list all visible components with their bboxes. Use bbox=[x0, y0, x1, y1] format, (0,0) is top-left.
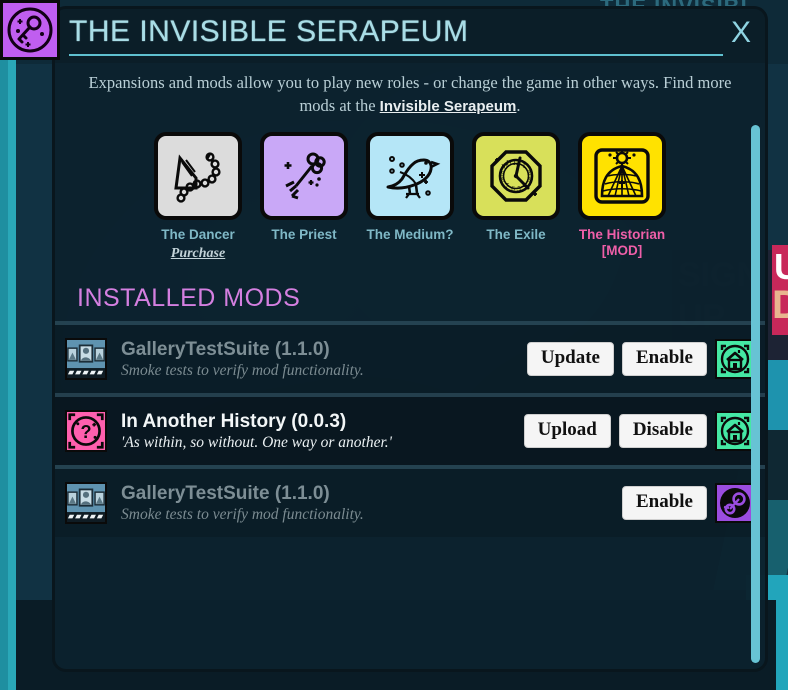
mod-info: In Another History (0.0.3) 'As within, s… bbox=[121, 410, 524, 453]
role-card-the-exile[interactable]: 12 1 2 345 678 9 10 11 The Exile bbox=[470, 132, 562, 262]
role-card-list: The Dancer Purchase The Priest The Mediu… bbox=[55, 132, 765, 262]
installed-mods-list: GalleryTestSuite (1.1.0) Smoke tests to … bbox=[55, 321, 765, 537]
mod-row[interactable]: GalleryTestSuite (1.1.0) Smoke tests to … bbox=[55, 321, 765, 393]
role-label-the-historian: The Historian bbox=[578, 227, 666, 242]
role-label-the-exile: The Exile bbox=[486, 227, 546, 242]
dove-icon bbox=[386, 156, 441, 199]
enable-button[interactable]: Enable bbox=[621, 486, 707, 520]
title-underline bbox=[69, 54, 723, 56]
pink-question-mark-icon: ? bbox=[67, 412, 105, 450]
svg-text:5: 5 bbox=[517, 185, 521, 193]
intro-text: Expansions and mods allow you to play ne… bbox=[81, 71, 739, 118]
role-card-the-medium[interactable]: The Medium? bbox=[364, 132, 456, 262]
modal-body: Expansions and mods allow you to play ne… bbox=[55, 63, 765, 669]
mod-info: GalleryTestSuite (1.1.0) Smoke tests to … bbox=[121, 482, 622, 525]
role-tile-the-historian[interactable] bbox=[578, 132, 666, 220]
mod-source-badge-steam[interactable] bbox=[715, 483, 755, 523]
svg-text:12: 12 bbox=[513, 159, 521, 167]
mod-source-badge-local[interactable] bbox=[715, 339, 755, 379]
enable-button[interactable]: Enable bbox=[621, 342, 707, 376]
svg-text:6: 6 bbox=[511, 185, 515, 193]
mod-actions: Update Enable bbox=[526, 339, 755, 379]
local-home-icon bbox=[720, 416, 750, 446]
sun-web-icon bbox=[594, 148, 650, 204]
mod-description: 'As within, so without. One way or anoth… bbox=[121, 433, 393, 451]
svg-text:?: ? bbox=[80, 422, 91, 442]
mod-name: GalleryTestSuite (1.1.0) bbox=[121, 482, 330, 504]
page-title: THE INVISIBLE SERAPEUM bbox=[69, 15, 469, 48]
mod-actions: Enable bbox=[621, 483, 755, 523]
upload-button[interactable]: Upload bbox=[523, 414, 611, 448]
mod-info: GalleryTestSuite (1.1.0) Smoke tests to … bbox=[121, 338, 527, 381]
role-mod-tag-the-historian: [MOD] bbox=[601, 243, 643, 258]
role-label-the-priest: The Priest bbox=[271, 227, 337, 242]
serapeum-modal: THE INVISIBLE SERAPEUM X Expansions and … bbox=[52, 6, 768, 672]
mod-thumbnail bbox=[65, 482, 107, 524]
steam-icon bbox=[720, 488, 750, 518]
background-promo-u: U bbox=[774, 246, 788, 287]
serapeum-link[interactable]: Invisible Serapeum bbox=[380, 98, 517, 115]
octagon-clock-icon: 12 12 345 678 91011 bbox=[490, 150, 542, 202]
mod-thumbnail: ? bbox=[65, 410, 107, 452]
background-left-strip-inner bbox=[8, 0, 16, 690]
intro-text-after: . bbox=[516, 96, 521, 115]
installed-mods-heading: INSTALLED MODS bbox=[77, 284, 301, 312]
svg-text:3: 3 bbox=[527, 176, 531, 184]
role-card-the-priest[interactable]: The Priest bbox=[258, 132, 350, 262]
key-badge-icon bbox=[7, 7, 53, 53]
role-label-the-medium: The Medium? bbox=[366, 227, 454, 242]
mod-name: In Another History (0.0.3) bbox=[121, 410, 347, 432]
svg-text:9: 9 bbox=[501, 170, 505, 178]
mod-name: GalleryTestSuite (1.1.0) bbox=[121, 338, 330, 360]
role-tile-the-dancer[interactable] bbox=[154, 132, 242, 220]
svg-text:1: 1 bbox=[522, 162, 526, 170]
modal-header: THE INVISIBLE SERAPEUM X bbox=[55, 9, 765, 63]
svg-text:4: 4 bbox=[523, 182, 527, 190]
local-home-icon bbox=[720, 344, 750, 374]
background-promo-da: DA bbox=[772, 283, 788, 327]
role-tile-the-exile[interactable]: 12 1 2 345 678 9 10 11 bbox=[472, 132, 560, 220]
svg-text:11: 11 bbox=[506, 159, 513, 167]
update-button[interactable]: Update bbox=[526, 342, 614, 376]
app-logo[interactable] bbox=[0, 0, 60, 60]
role-card-the-historian[interactable]: The Historian [MOD] bbox=[576, 132, 668, 262]
role-card-the-dancer[interactable]: The Dancer Purchase bbox=[152, 132, 244, 262]
mod-description: Smoke tests to verify mod functionality. bbox=[121, 505, 364, 523]
mod-row[interactable]: GalleryTestSuite (1.1.0) Smoke tests to … bbox=[55, 465, 765, 537]
svg-text:7: 7 bbox=[505, 182, 509, 190]
gallery-portraits-icon bbox=[67, 484, 105, 522]
mod-description: Smoke tests to verify mod functionality. bbox=[121, 361, 364, 379]
background-promo-panel: U DA bbox=[772, 245, 788, 335]
role-tile-the-medium[interactable] bbox=[366, 132, 454, 220]
close-button[interactable]: X bbox=[731, 15, 751, 51]
gallery-portraits-icon bbox=[67, 340, 105, 378]
mod-source-badge-local[interactable] bbox=[715, 411, 755, 451]
mod-actions: Upload Disable bbox=[523, 411, 755, 451]
role-purchase-link[interactable]: Purchase bbox=[152, 246, 244, 262]
mod-row[interactable]: ? In Another History (0.0.3) 'As within,… bbox=[55, 393, 765, 465]
disable-button[interactable]: Disable bbox=[618, 414, 707, 448]
scrollbar-thumb[interactable] bbox=[751, 125, 760, 663]
role-label-the-dancer: The Dancer bbox=[161, 227, 235, 242]
censer-icon bbox=[284, 152, 326, 200]
role-tile-the-priest[interactable] bbox=[260, 132, 348, 220]
shoe-and-pearls-icon bbox=[174, 152, 221, 203]
mod-thumbnail bbox=[65, 338, 107, 380]
